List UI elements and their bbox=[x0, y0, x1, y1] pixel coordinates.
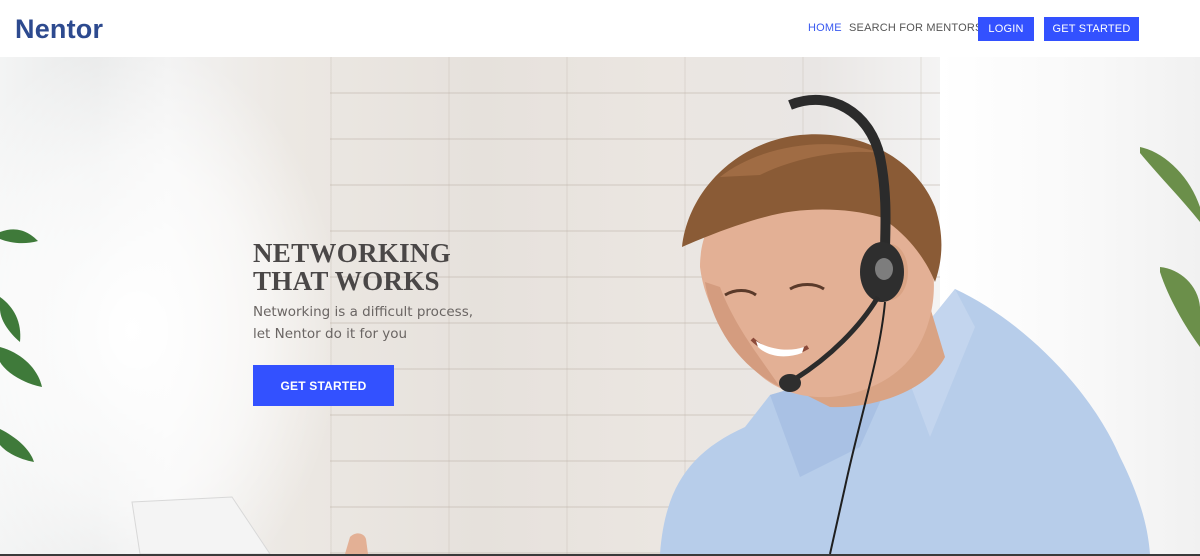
hero-title-line-1: NETWORKING bbox=[253, 238, 452, 268]
left-plant-icon bbox=[0, 229, 42, 462]
hero-photo-man-with-headset-icon bbox=[0, 95, 1200, 554]
hero-subtitle: Networking is a difficult process, let N… bbox=[253, 301, 483, 345]
nav-get-started-button[interactable]: GET STARTED bbox=[1044, 17, 1139, 41]
hero-title: NETWORKING THAT WORKS bbox=[253, 239, 451, 295]
nav-link-search-mentors[interactable]: SEARCH FOR MENTORS bbox=[849, 22, 983, 35]
hero-section: NETWORKING THAT WORKS Networking is a di… bbox=[0, 57, 1200, 554]
hero-subtitle-line-1: Networking is a difficult process, bbox=[253, 304, 474, 320]
hero-subtitle-line-2: let Nentor do it for you bbox=[253, 326, 408, 342]
top-navbar: Nentor HOME SEARCH FOR MENTORS LOGIN GET… bbox=[0, 0, 1200, 57]
brand-logo[interactable]: Nentor bbox=[15, 12, 103, 46]
hero-get-started-button[interactable]: GET STARTED bbox=[253, 365, 394, 406]
right-plant-icon bbox=[1140, 147, 1200, 347]
laptop-icon bbox=[131, 496, 271, 554]
nav-link-home[interactable]: HOME bbox=[808, 22, 842, 35]
login-button[interactable]: LOGIN bbox=[978, 17, 1034, 41]
hero-title-line-2: THAT WORKS bbox=[253, 266, 440, 296]
